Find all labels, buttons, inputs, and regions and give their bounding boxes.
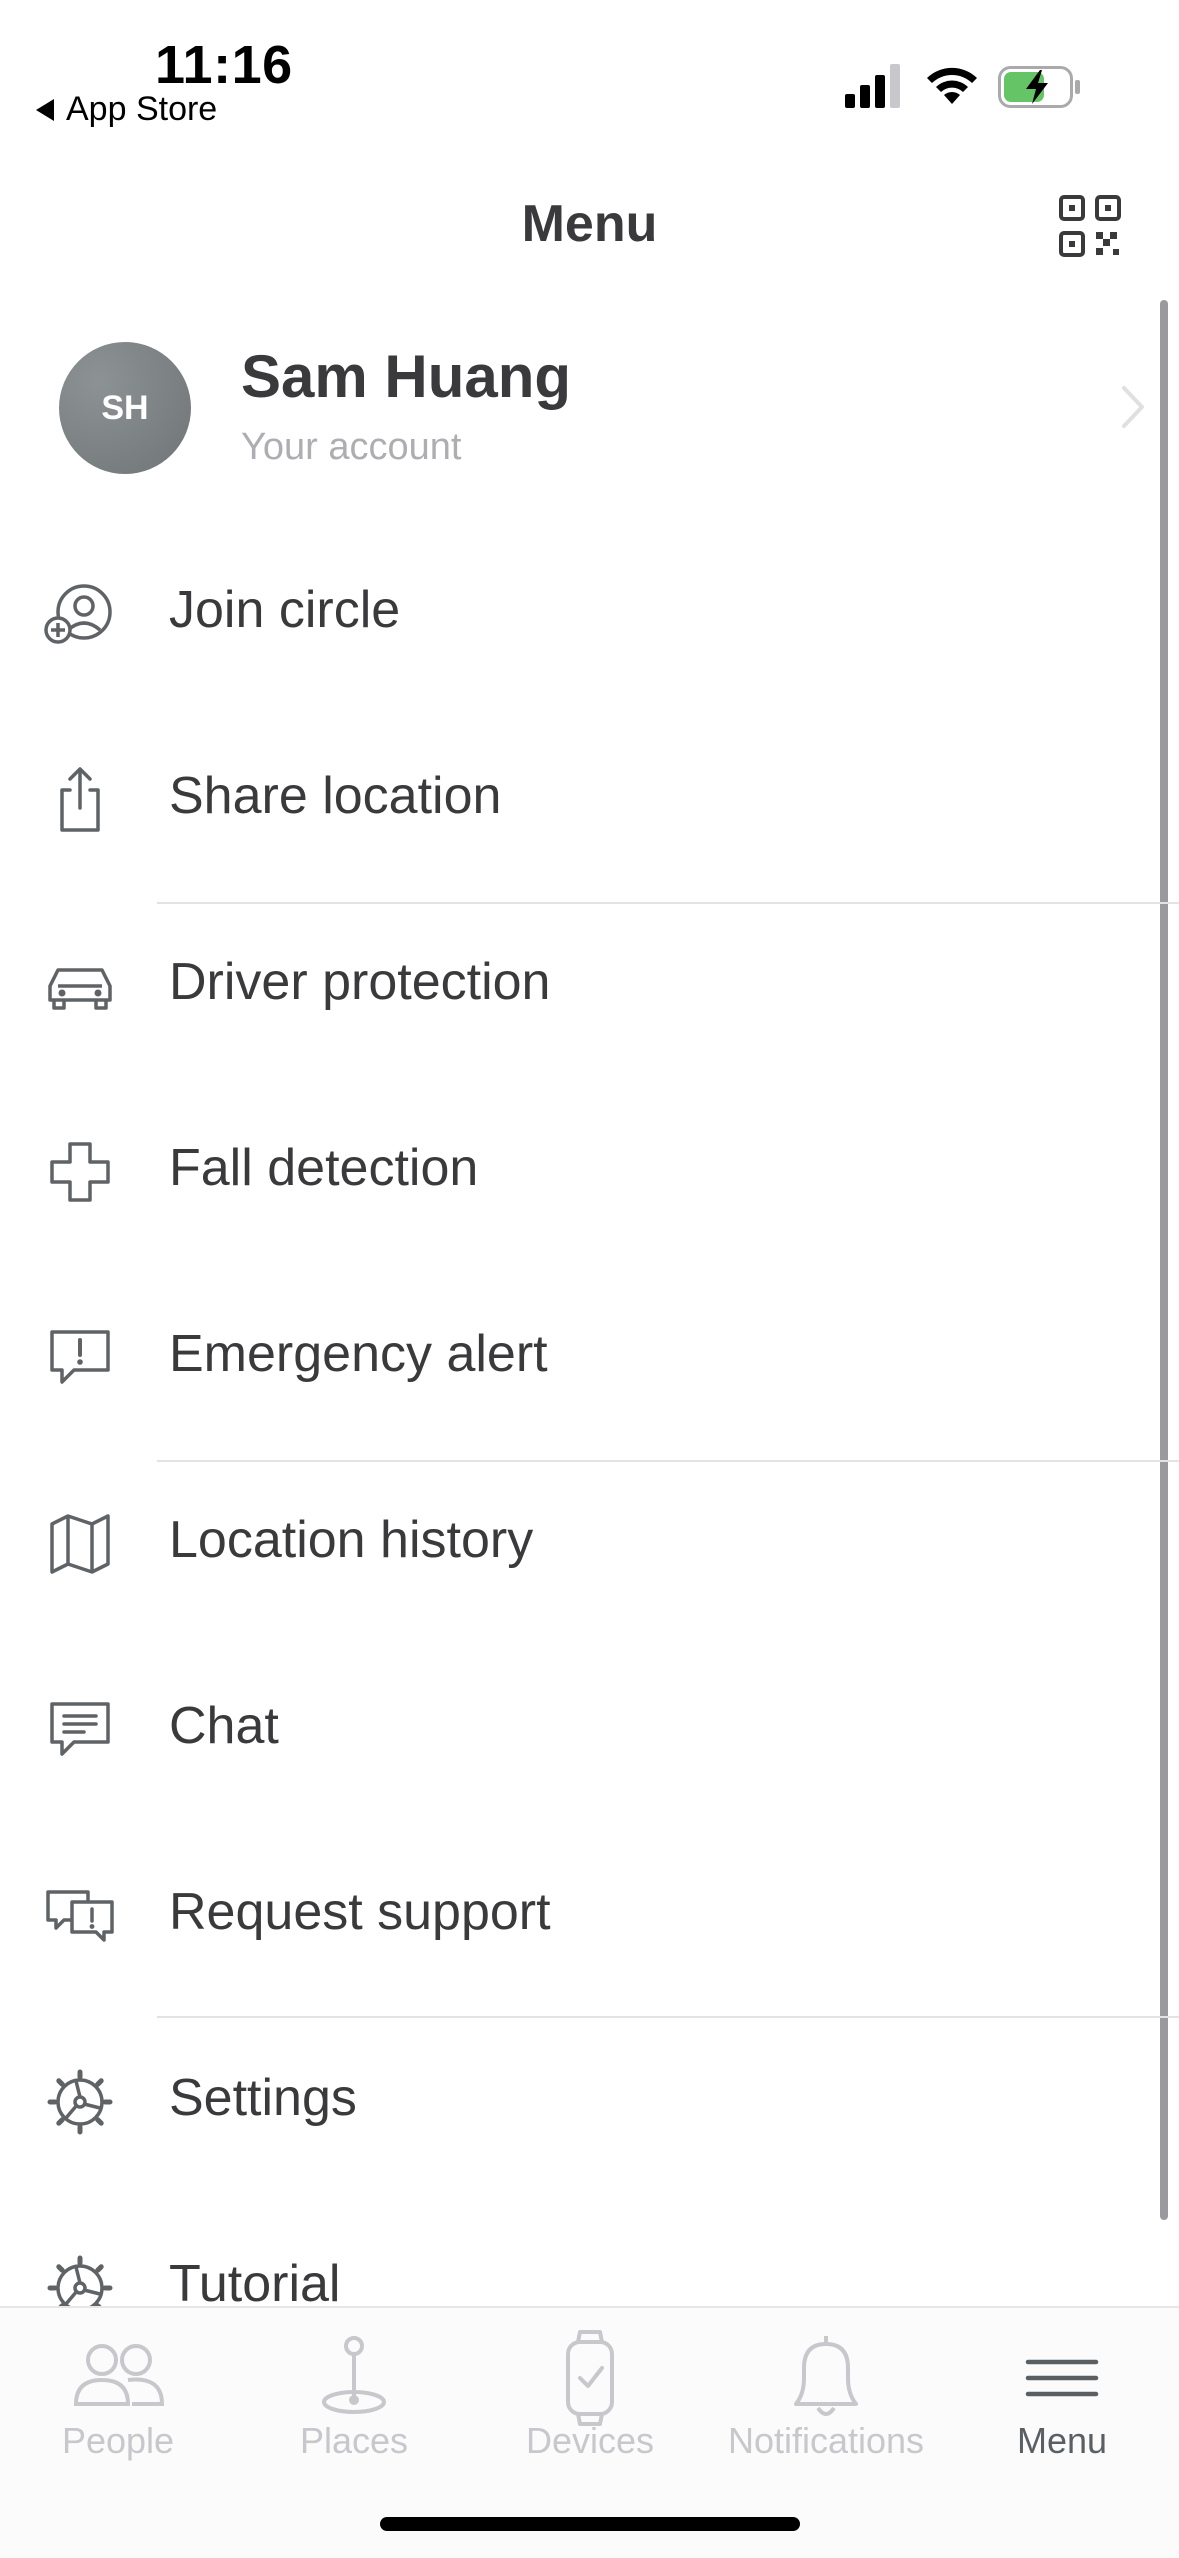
menu-item-label: Settings xyxy=(169,2069,357,2127)
people-icon xyxy=(73,2344,165,2406)
menu-item-join-circle[interactable]: Join circle xyxy=(0,520,1179,706)
tab-places[interactable]: Places xyxy=(236,2308,472,2478)
menu-item-label: Chat xyxy=(169,1697,279,1755)
wifi-icon xyxy=(927,67,977,104)
tab-label: Devices xyxy=(525,2420,655,2461)
gear-icon xyxy=(47,2255,113,2310)
menu-item-chat[interactable]: Chat xyxy=(0,1636,1179,1822)
menu-item-label: Driver protection xyxy=(169,953,551,1011)
tab-label: Menu xyxy=(1016,2420,1108,2461)
menu-item-label: Request support xyxy=(169,1883,551,1941)
tab-devices[interactable]: Devices xyxy=(472,2308,708,2478)
tab-label: Places xyxy=(299,2420,409,2461)
status-time: 11:16 xyxy=(155,35,293,95)
menu-item-emergency-alert[interactable]: Emergency alert xyxy=(0,1264,1179,1450)
page-title: Menu xyxy=(521,195,658,253)
hamburger-icon xyxy=(1025,2359,1099,2397)
cross-icon xyxy=(50,1142,110,1202)
tab-notifications[interactable]: Notifications xyxy=(708,2308,944,2478)
menu-item-label: Join circle xyxy=(169,581,401,639)
avatar: SH xyxy=(59,342,191,474)
alert-bubble-icon xyxy=(50,1330,110,1384)
tab-label: Notifications xyxy=(727,2420,925,2461)
menu-item-label: Emergency alert xyxy=(169,1325,548,1383)
watch-icon xyxy=(566,2330,614,2426)
back-arrow-icon xyxy=(36,98,54,121)
menu-list: Join circle Share location Driver protec… xyxy=(0,520,1179,2310)
menu-item-location-history[interactable]: Location history xyxy=(0,1450,1179,1636)
support-icon xyxy=(46,1890,114,1942)
back-label: App Store xyxy=(66,90,218,128)
pin-icon xyxy=(322,2336,386,2414)
account-name: Sam Huang xyxy=(241,343,572,410)
account-row[interactable]: SH Sam Huang Your account xyxy=(0,330,1160,480)
home-indicator[interactable] xyxy=(380,2517,800,2531)
account-subtitle: Your account xyxy=(241,426,462,468)
gear-icon xyxy=(47,2069,113,2135)
menu-item-settings[interactable]: Settings xyxy=(0,2008,1179,2194)
menu-item-label: Tutorial xyxy=(169,2255,341,2310)
tab-people[interactable]: People xyxy=(0,2308,236,2478)
map-icon xyxy=(50,1514,110,1574)
battery-charging-icon xyxy=(998,66,1080,108)
cellular-signal-icon xyxy=(845,64,900,108)
tab-menu[interactable]: Menu xyxy=(944,2308,1179,2478)
qr-code-icon[interactable] xyxy=(1058,194,1122,258)
join-circle-icon xyxy=(44,584,112,644)
menu-item-label: Share location xyxy=(169,767,502,825)
chevron-right-icon xyxy=(1122,386,1144,428)
menu-item-tutorial[interactable]: Tutorial xyxy=(0,2194,1179,2310)
car-icon xyxy=(48,968,112,1010)
share-icon xyxy=(60,767,100,832)
menu-item-share-location[interactable]: Share location xyxy=(0,706,1179,892)
tab-label: People xyxy=(61,2420,175,2461)
menu-item-request-support[interactable]: Request support xyxy=(0,1822,1179,2008)
menu-item-label: Location history xyxy=(169,1511,534,1569)
back-to-app-store[interactable]: App Store xyxy=(36,90,217,129)
header: Menu xyxy=(0,170,1179,290)
menu-item-label: Fall detection xyxy=(169,1139,479,1197)
status-bar: 11:16 App Store xyxy=(0,0,1179,150)
bell-icon xyxy=(794,2336,858,2416)
chat-icon xyxy=(50,1702,110,1756)
menu-item-fall-detection[interactable]: Fall detection xyxy=(0,1078,1179,1264)
menu-item-driver-protection[interactable]: Driver protection xyxy=(0,892,1179,1078)
